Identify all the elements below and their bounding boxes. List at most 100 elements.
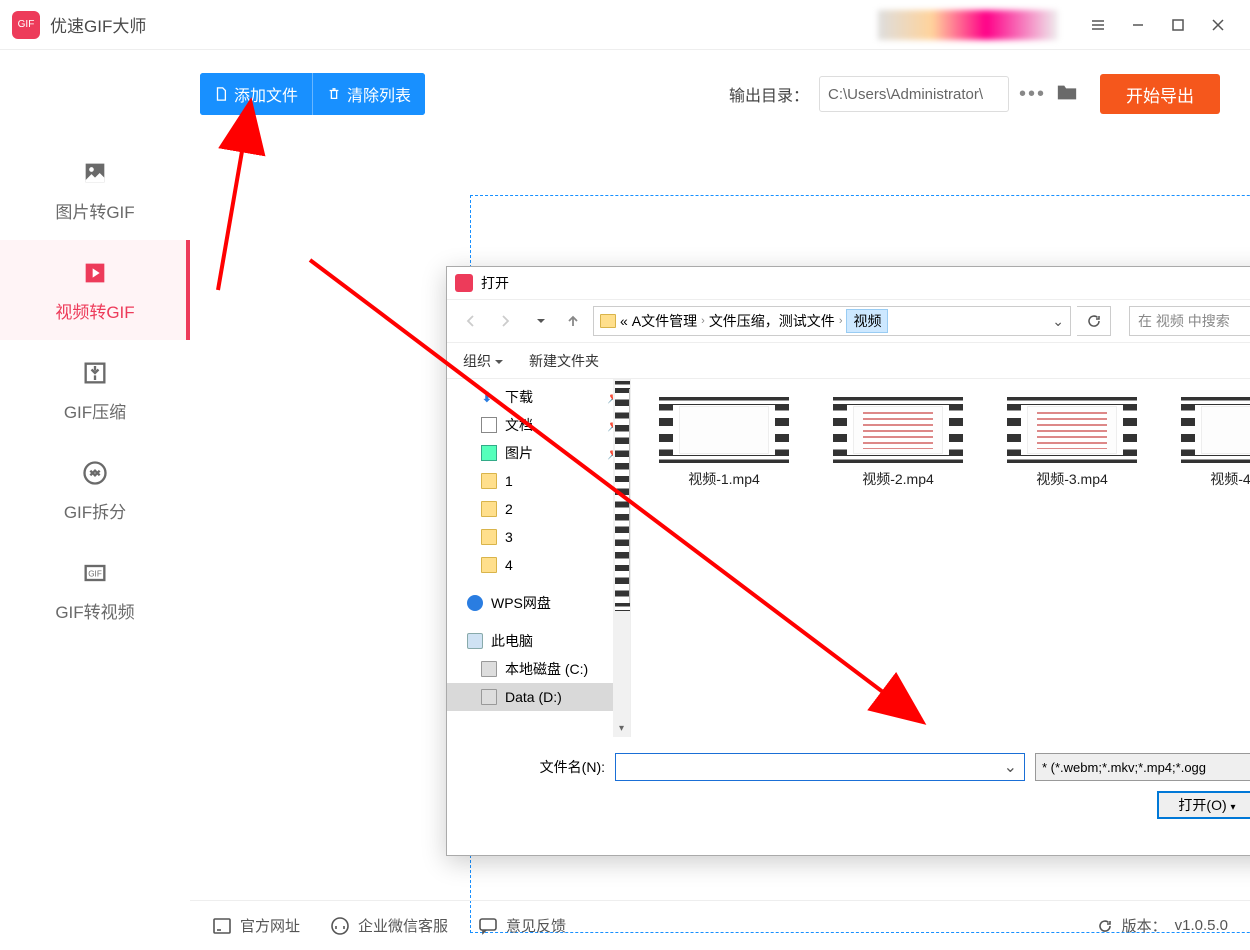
dialog-title: 打开 xyxy=(481,273,509,293)
folder-tree[interactable]: ⬇下载📌 文档📌 图片📌 1 2 3 4 WPS网盘 此电脑 本地磁盘 (C:)… xyxy=(447,379,631,737)
title-bar: GIF 优速GIF大师 xyxy=(0,0,1250,50)
output-dir-label: 输出目录： xyxy=(729,82,809,106)
sidebar-item-gif-compress[interactable]: GIF压缩 xyxy=(0,340,190,440)
breadcrumb-seg[interactable]: 文件压缩，测试文件 xyxy=(709,311,835,331)
sidebar-item-gif-split[interactable]: GIF拆分 xyxy=(0,440,190,540)
add-file-button[interactable]: 添加文件 xyxy=(200,73,313,115)
chevron-right-icon: › xyxy=(839,315,843,327)
trash-icon xyxy=(327,87,341,101)
tree-item: 4 xyxy=(447,551,630,579)
globe-icon xyxy=(212,917,232,935)
file-name: 视频-4.mp4 xyxy=(1171,469,1250,489)
gif-icon: GIF xyxy=(80,558,110,588)
file-name: 视频-1.mp4 xyxy=(649,469,799,489)
app-logo: GIF xyxy=(12,11,40,39)
menu-button[interactable] xyxy=(1078,5,1118,45)
scroll-down-icon[interactable]: ▾ xyxy=(613,720,630,737)
compress-icon xyxy=(80,358,110,388)
breadcrumb-dropdown[interactable]: ⌄ xyxy=(1052,313,1064,330)
filetype-select[interactable]: * (*.webm;*.mkv;*.mp4;*.ogg ⌄ xyxy=(1035,753,1250,781)
version-info[interactable]: 版本： v1.0.5.0 xyxy=(1096,915,1228,936)
folder-icon xyxy=(481,557,497,573)
file-list[interactable]: 视频-1.mp4 视频-2.mp4 视频-3.mp4 视频-4.mp4 xyxy=(631,379,1250,737)
search-placeholder: 在 视频 中搜索 xyxy=(1138,311,1250,331)
file-item[interactable]: 视频-4.mp4 xyxy=(1171,397,1250,489)
folder-icon xyxy=(1056,82,1078,102)
export-button[interactable]: 开始导出 xyxy=(1100,74,1220,114)
chevron-right-icon: › xyxy=(701,315,705,327)
video-icon xyxy=(80,258,110,288)
file-item[interactable]: 视频-3.mp4 xyxy=(997,397,1147,489)
sidebar-item-label: 图片转GIF xyxy=(55,198,134,223)
open-button[interactable]: 打开(O) ▾ xyxy=(1157,791,1250,819)
tree-scrollbar[interactable]: ▴ ▾ xyxy=(613,379,630,737)
feedback-link[interactable]: 意见反馈 xyxy=(478,915,566,936)
tree-item: 图片📌 xyxy=(447,439,630,467)
organize-menu[interactable]: 组织 xyxy=(463,351,503,371)
file-name: 视频-2.mp4 xyxy=(823,469,973,489)
file-item[interactable]: 视频-2.mp4 xyxy=(823,397,973,489)
wechat-support-link[interactable]: 企业微信客服 xyxy=(330,915,448,936)
breadcrumb[interactable]: « A文件管理 › 文件压缩，测试文件 › 视频 ⌄ xyxy=(593,306,1071,336)
disk-icon xyxy=(481,689,497,705)
nav-recent-button[interactable] xyxy=(525,307,553,335)
folder-icon xyxy=(481,501,497,517)
sidebar-item-label: GIF转视频 xyxy=(55,598,134,623)
tree-item-selected: Data (D:) xyxy=(447,683,630,711)
refresh-button[interactable] xyxy=(1077,306,1111,336)
tree-item: 此电脑 xyxy=(447,627,630,655)
sidebar-item-label: 视频转GIF xyxy=(55,298,134,323)
nav-back-button[interactable] xyxy=(457,307,485,335)
breadcrumb-seg-current[interactable]: 视频 xyxy=(846,309,888,333)
sidebar-item-gif-to-video[interactable]: GIF GIF转视频 xyxy=(0,540,190,640)
filename-label: 文件名(N): xyxy=(465,757,605,777)
dialog-nav: « A文件管理 › 文件压缩，测试文件 › 视频 ⌄ 在 视频 中搜索 xyxy=(447,299,1250,343)
video-thumbnail xyxy=(1007,397,1137,463)
breadcrumb-seg[interactable]: A文件管理 xyxy=(632,311,697,331)
search-input[interactable]: 在 视频 中搜索 xyxy=(1129,306,1250,336)
file-item[interactable]: 视频-1.mp4 xyxy=(649,397,799,489)
file-icon xyxy=(214,87,228,101)
output-path-field[interactable]: C:\Users\Administrator\ xyxy=(819,76,1009,112)
file-open-dialog: 打开 ✕ « A文件管理 › 文件压缩，测试文件 › 视频 ⌄ xyxy=(446,266,1250,856)
sidebar-item-label: GIF压缩 xyxy=(64,398,126,423)
footer: 官方网址 企业微信客服 意见反馈 版本： v1.0.5.0 xyxy=(190,900,1250,950)
add-file-label: 添加文件 xyxy=(234,82,298,106)
video-thumbnail xyxy=(1181,397,1250,463)
folder-icon xyxy=(481,529,497,545)
split-icon xyxy=(80,458,110,488)
filename-input[interactable] xyxy=(615,753,1025,781)
tree-item: 2 xyxy=(447,495,630,523)
refresh-icon xyxy=(1096,917,1114,935)
chat-icon xyxy=(478,917,498,935)
filename-dropdown[interactable]: ⌄ xyxy=(1004,757,1017,777)
toolbar: 添加文件 清除列表 输出目录： C:\Users\Administrator\ … xyxy=(200,70,1250,118)
maximize-button[interactable] xyxy=(1158,5,1198,45)
user-avatar-blur xyxy=(878,10,1058,40)
file-name: 视频-3.mp4 xyxy=(997,469,1147,489)
sidebar-item-video-to-gif[interactable]: 视频转GIF xyxy=(0,240,190,340)
video-thumbnail xyxy=(833,397,963,463)
browse-button[interactable]: ••• xyxy=(1019,83,1046,106)
disk-icon xyxy=(481,661,497,677)
image-icon xyxy=(80,158,110,188)
sidebar-item-image-to-gif[interactable]: 图片转GIF xyxy=(0,140,190,240)
new-folder-button[interactable]: 新建文件夹 xyxy=(529,351,599,371)
clear-list-button[interactable]: 清除列表 xyxy=(313,73,425,115)
nav-up-button[interactable] xyxy=(559,307,587,335)
close-button[interactable] xyxy=(1198,5,1238,45)
download-icon: ⬇ xyxy=(481,389,497,405)
main-area: 添加文件 清除列表 输出目录： C:\Users\Administrator\ … xyxy=(190,50,1250,900)
sidebar: 图片转GIF 视频转GIF GIF压缩 GIF拆分 GIF GIF转视频 xyxy=(0,50,190,900)
open-folder-button[interactable] xyxy=(1056,82,1078,107)
video-thumbnail xyxy=(659,397,789,463)
breadcrumb-prefix: « xyxy=(620,313,628,329)
picture-icon xyxy=(481,445,497,461)
nav-forward-button[interactable] xyxy=(491,307,519,335)
tree-item: 本地磁盘 (C:) xyxy=(447,655,630,683)
official-site-link[interactable]: 官方网址 xyxy=(212,915,300,936)
svg-text:GIF: GIF xyxy=(88,569,102,578)
scroll-thumb[interactable] xyxy=(615,381,631,611)
minimize-button[interactable] xyxy=(1118,5,1158,45)
headset-icon xyxy=(330,916,350,936)
